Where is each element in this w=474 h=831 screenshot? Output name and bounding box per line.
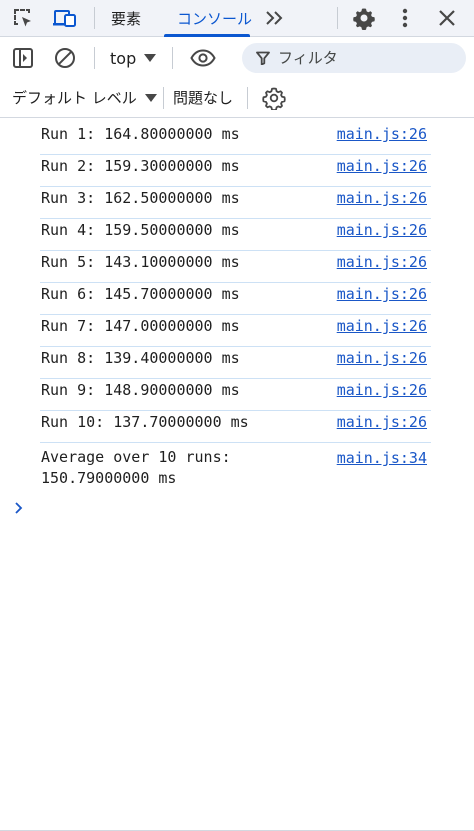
filter-icon xyxy=(256,51,270,65)
tab-separator xyxy=(337,7,338,29)
tab-elements-label: 要素 xyxy=(111,9,142,28)
source-link[interactable]: main.js:26 xyxy=(337,219,427,241)
console-message: Run 1: 164.80000000 ms main.js:26 xyxy=(40,123,431,155)
eye-icon xyxy=(190,49,216,67)
console-message-text: Run 8: 139.40000000 ms xyxy=(41,349,240,367)
device-toolbar-button[interactable] xyxy=(50,0,80,36)
context-selector[interactable]: top xyxy=(110,38,157,78)
settings-button[interactable] xyxy=(349,0,379,36)
console-toolbar-secondary: デフォルト レベル 問題なし xyxy=(0,78,474,118)
more-tabs-button[interactable] xyxy=(262,0,288,36)
console-message-text: Run 1: 164.80000000 ms xyxy=(41,125,240,143)
console-message: Run 4: 159.50000000 ms main.js:26 xyxy=(40,219,431,251)
source-link[interactable]: main.js:26 xyxy=(337,379,427,401)
devtools-tab-bar: 要素 コンソール xyxy=(0,0,474,37)
console-message: Run 6: 145.70000000 ms main.js:26 xyxy=(40,283,431,315)
console-message-text: Run 3: 162.50000000 ms xyxy=(41,189,240,207)
console-message: Run 3: 162.50000000 ms main.js:26 xyxy=(40,187,431,219)
kebab-menu-icon xyxy=(402,8,408,28)
console-message-text: Average over 10 runs: 150.79000000 ms xyxy=(41,448,231,487)
console-message: Average over 10 runs: 150.79000000 ms ma… xyxy=(40,447,431,495)
console-message-text: Run 10: 137.70000000 ms xyxy=(41,413,249,431)
live-expression-button[interactable] xyxy=(188,38,218,78)
filter-field[interactable] xyxy=(242,43,466,73)
inspect-element-button[interactable] xyxy=(8,0,38,36)
console-message-text: Run 4: 159.50000000 ms xyxy=(41,221,240,239)
source-link[interactable]: main.js:26 xyxy=(337,347,427,369)
console-message: Run 2: 159.30000000 ms main.js:26 xyxy=(40,155,431,187)
triangle-down-icon xyxy=(144,93,157,102)
console-output: Run 1: 164.80000000 ms main.js:26 Run 2:… xyxy=(0,119,474,830)
console-settings-button[interactable] xyxy=(260,78,288,117)
source-link[interactable]: main.js:26 xyxy=(337,411,427,433)
chevron-double-right-icon xyxy=(266,11,283,25)
source-link[interactable]: main.js:26 xyxy=(337,187,427,209)
sidebar-toggle-icon xyxy=(13,48,33,68)
console-message: Run 5: 143.10000000 ms main.js:26 xyxy=(40,251,431,283)
console-message-text: Run 7: 147.00000000 ms xyxy=(41,317,240,335)
tab-console[interactable]: コンソール xyxy=(177,0,252,36)
console-prompt[interactable] xyxy=(14,501,28,519)
filter-input[interactable] xyxy=(278,49,448,67)
devtools-panel: 要素 コンソール top フィルタ デフォルト レベル 問題なし Run 1: … xyxy=(0,0,474,831)
toolbar-separator xyxy=(247,87,248,109)
toolbar-separator xyxy=(172,47,173,69)
prompt-chevron-icon xyxy=(15,502,23,514)
tab-elements[interactable]: 要素 xyxy=(111,0,141,36)
inspect-element-icon xyxy=(14,9,31,27)
active-tab-indicator xyxy=(164,34,250,37)
clear-console-icon xyxy=(55,48,75,68)
console-message-text: Run 2: 159.30000000 ms xyxy=(41,157,240,175)
clear-console-button[interactable] xyxy=(52,38,78,78)
toolbar-separator xyxy=(163,87,164,109)
more-options-button[interactable] xyxy=(392,0,418,36)
log-levels-label: デフォルト レベル xyxy=(12,89,137,107)
console-message: Run 8: 139.40000000 ms main.js:26 xyxy=(40,347,431,379)
tab-console-label: コンソール xyxy=(177,9,253,28)
source-link[interactable]: main.js:26 xyxy=(337,123,427,145)
issues-counter[interactable]: 問題なし xyxy=(173,78,233,117)
source-link[interactable]: main.js:26 xyxy=(337,315,427,337)
console-message-text: Run 5: 143.10000000 ms xyxy=(41,253,240,271)
source-link[interactable]: main.js:26 xyxy=(337,251,427,273)
close-devtools-button[interactable] xyxy=(433,0,461,36)
toolbar-separator xyxy=(94,47,95,69)
source-link[interactable]: main.js:26 xyxy=(337,283,427,305)
source-link[interactable]: main.js:34 xyxy=(337,447,427,469)
gear-icon xyxy=(353,8,375,30)
console-message-text: Run 9: 148.90000000 ms xyxy=(41,381,240,399)
console-toolbar: top xyxy=(0,38,474,78)
log-levels-dropdown[interactable]: デフォルト レベル xyxy=(12,78,157,117)
tab-separator xyxy=(94,7,95,29)
console-message-text: Run 6: 145.70000000 ms xyxy=(41,285,240,303)
close-icon xyxy=(439,10,455,26)
console-settings-gear-icon xyxy=(262,87,286,110)
issues-label: 問題なし xyxy=(173,89,234,107)
device-toolbar-icon xyxy=(53,10,76,27)
console-message: Run 9: 148.90000000 ms main.js:26 xyxy=(40,379,431,411)
console-message: Run 7: 147.00000000 ms main.js:26 xyxy=(40,315,431,347)
triangle-down-icon xyxy=(144,54,157,62)
console-message: Run 10: 137.70000000 ms main.js:26 xyxy=(40,411,431,443)
show-sidebar-button[interactable] xyxy=(10,38,36,78)
context-selector-label: top xyxy=(110,48,137,68)
source-link[interactable]: main.js:26 xyxy=(337,155,427,177)
